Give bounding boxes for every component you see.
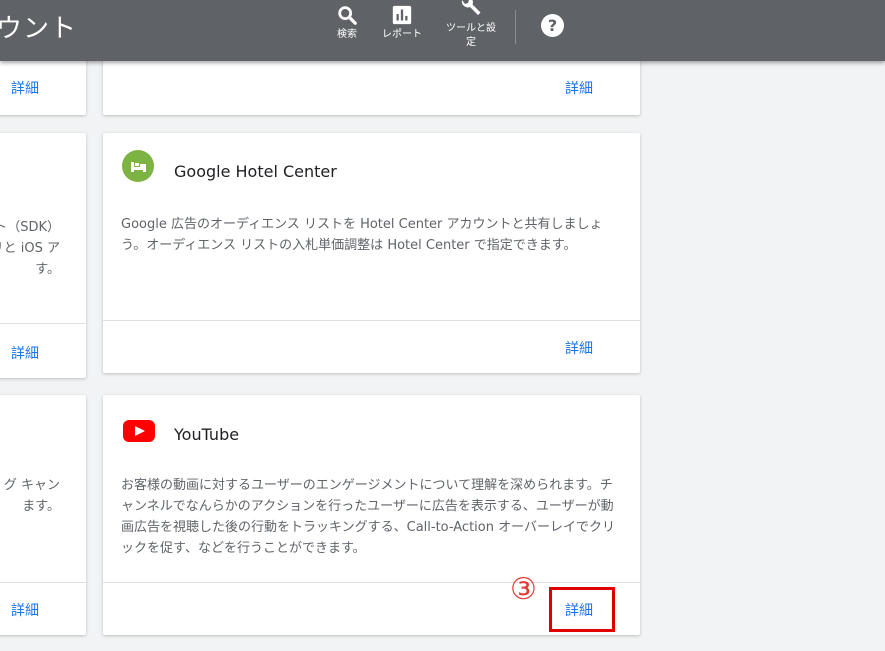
bar-chart-icon — [392, 5, 412, 25]
left-bottom-detail-link[interactable]: 詳細 — [11, 600, 39, 620]
hotel-icon-badge — [122, 150, 154, 182]
page-title: ウント — [0, 14, 78, 44]
left-middle-detail-link[interactable]: 詳細 — [11, 343, 39, 363]
left-middle-desc-line: リと iOS ア — [0, 241, 60, 256]
tools-settings-button[interactable]: ツールと設定 — [442, 0, 500, 50]
left-middle-card: ト（SDK） リと iOS ア す。 詳細 — [0, 133, 86, 378]
top-card-detail-link[interactable]: 詳細 — [565, 78, 593, 98]
annotation-highlight-box — [549, 587, 615, 632]
hotel-center-title: Google Hotel Center — [174, 162, 337, 181]
youtube-icon — [123, 420, 155, 442]
youtube-title: YouTube — [174, 425, 240, 444]
left-middle-desc-line: ト（SDK） — [0, 220, 60, 235]
search-label: 検索 — [337, 29, 357, 40]
bed-icon — [131, 162, 146, 172]
toolbar-divider — [515, 10, 516, 44]
youtube-description: お客様の動画に対するユーザーのエンゲージメントについて理解を深められます。チャン… — [121, 478, 615, 556]
annotation-step-number: ③ — [510, 572, 537, 607]
left-bottom-card: グ キャン ます。 詳細 — [0, 395, 86, 635]
hotel-center-detail-link[interactable]: 詳細 — [565, 338, 593, 358]
left-bottom-desc-line: グ キャン — [3, 478, 60, 493]
help-icon[interactable]: ? — [541, 14, 564, 37]
search-button[interactable]: 検索 — [330, 4, 364, 42]
card-divider — [0, 323, 86, 324]
hotel-center-description: Google 広告のオーディエンス リストを Hotel Center アカウン… — [121, 217, 603, 253]
search-icon — [338, 6, 357, 25]
card-divider — [0, 582, 86, 583]
card-divider — [103, 320, 640, 321]
card-divider — [103, 582, 640, 583]
hotel-center-card: Google Hotel Center Google 広告のオーディエンス リス… — [103, 133, 640, 373]
left-bottom-desc-line: ます。 — [22, 499, 60, 514]
reports-button[interactable]: レポート — [376, 4, 428, 42]
top-app-bar: ウント 検索 レポート ツールと設定 ? — [0, 0, 885, 61]
tools-settings-label: ツールと設定 — [446, 23, 496, 48]
left-top-detail-link[interactable]: 詳細 — [11, 78, 39, 98]
wrench-icon — [461, 0, 481, 15]
left-middle-desc-line: す。 — [35, 262, 60, 277]
reports-label: レポート — [382, 29, 422, 40]
